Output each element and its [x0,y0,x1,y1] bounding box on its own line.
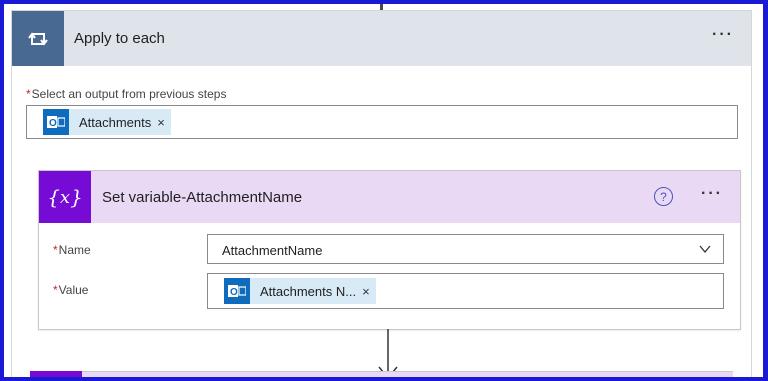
apply-to-each-title: Apply to each [74,30,165,47]
select-output-label: *Select an output from previous steps [26,87,227,101]
required-marker: * [26,87,31,101]
variable-icon: {x} [39,171,91,223]
outlook-icon: O [224,278,250,304]
more-options-icon[interactable]: ··· [701,185,723,203]
loop-icon [12,11,64,66]
value-label: *Value [53,283,89,297]
more-options-icon[interactable]: ··· [712,26,734,44]
arrow-down-icon [378,329,398,377]
name-label: *Name [53,243,91,257]
token-label: Attachments N... [260,283,357,299]
apply-to-each-card: Apply to each ··· *Select an output from… [11,10,752,377]
next-action-icon [30,371,82,377]
apply-to-each-header[interactable]: Apply to each ··· [12,11,751,66]
name-dropdown[interactable]: AttachmentName [207,234,724,264]
name-value: AttachmentName [222,243,323,258]
required-marker: * [53,283,58,297]
remove-token-icon[interactable]: × [362,284,376,299]
outlook-icon: O [43,109,69,135]
chevron-down-icon [699,245,711,254]
value-input[interactable]: O Attachments N... × [207,273,724,309]
next-action-card[interactable] [30,371,733,377]
set-variable-title: Set variable-AttachmentName [102,189,303,206]
svg-text:O: O [230,287,238,298]
flow-canvas: Apply to each ··· *Select an output from… [4,4,763,377]
svg-text:O: O [49,118,57,129]
token-label: Attachments [79,114,152,130]
help-icon[interactable]: ? [654,187,673,206]
remove-token-icon[interactable]: × [157,115,171,130]
attachments-token: O Attachments × [43,109,171,135]
select-output-input[interactable]: O Attachments × [26,105,738,139]
set-variable-card: {x} Set variable-AttachmentName ? ··· *N… [38,170,741,330]
attachments-name-token: O Attachments N... × [224,278,376,304]
required-marker: * [53,243,58,257]
set-variable-header[interactable]: {x} Set variable-AttachmentName ? ··· [39,171,740,223]
